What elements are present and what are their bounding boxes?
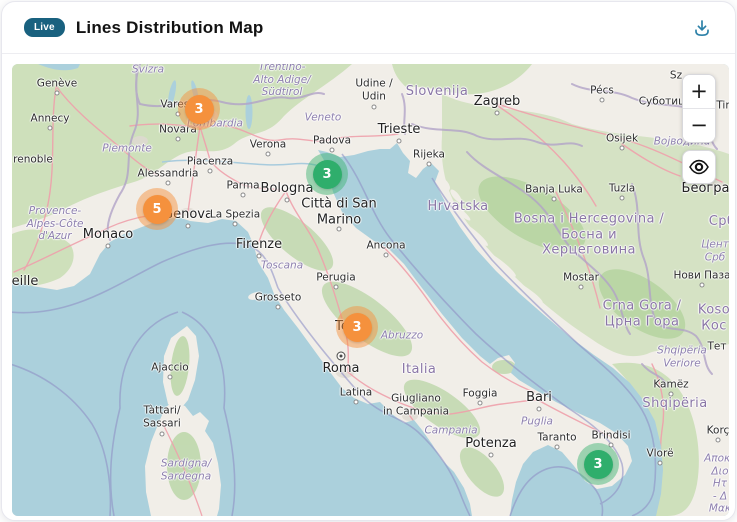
page-title: Lines Distribution Map [75,17,264,37]
cluster-count: 3 [342,312,372,342]
cluster-marker[interactable]: 3 [178,88,220,130]
cluster-marker[interactable]: 3 [336,306,378,348]
card-header: Live Lines Distribution Map [2,2,735,54]
zoom-out-button[interactable]: − [683,109,715,142]
cluster-count: 3 [312,159,342,189]
eye-icon [688,156,710,178]
visibility-button[interactable] [682,150,716,184]
live-badge: Live [24,18,65,37]
map[interactable]: Genève Annecy renoble eille Svizra Piemonte Pr… [12,64,729,516]
map-cluster-layer: 3 3 5 3 3 [12,64,729,516]
zoom-control: + − [682,74,716,143]
download-button[interactable] [687,13,717,43]
cluster-count: 5 [142,194,172,224]
cluster-count: 3 [583,449,613,479]
cluster-marker[interactable]: 3 [306,153,348,195]
cluster-marker[interactable]: 3 [577,443,619,485]
cluster-count: 3 [184,94,214,124]
cluster-marker[interactable]: 5 [136,188,178,230]
download-icon [692,18,712,38]
lines-distribution-map-card: Live Lines Distribution Map Genève Annec… [1,1,736,521]
zoom-in-button[interactable]: + [683,75,715,108]
